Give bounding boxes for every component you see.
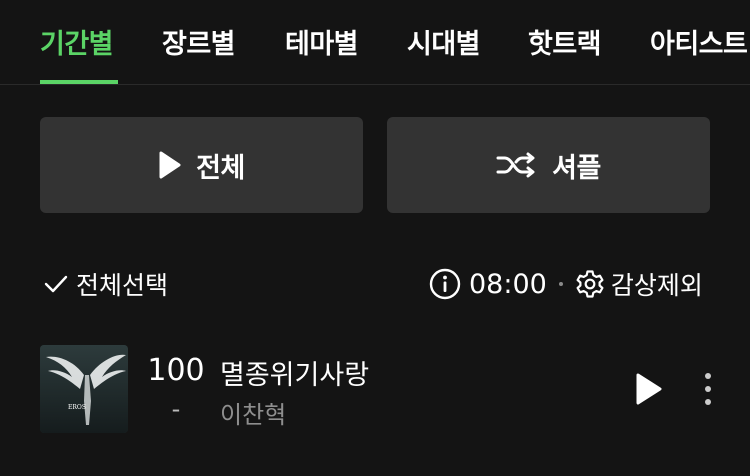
exclude-label: 감상제외 xyxy=(610,271,703,300)
tab-era[interactable]: 시대별 xyxy=(407,22,481,61)
separator-dot xyxy=(558,282,563,286)
exclude-from-listening-button[interactable]: 감상제외 xyxy=(575,266,703,302)
track-title[interactable]: 멸종위기사랑 xyxy=(220,353,369,392)
more-options-icon[interactable] xyxy=(696,369,720,409)
tab-artist[interactable]: 아티스트 xyxy=(650,22,748,61)
tab-theme[interactable]: 테마별 xyxy=(285,22,359,61)
track-artist[interactable]: 이찬혁 xyxy=(220,395,286,430)
category-tabs: 기간별 장르별 테마별 시대별 핫트랙 아티스트 xyxy=(0,0,750,85)
active-tab-indicator xyxy=(40,80,118,84)
chart-rank: 100 xyxy=(147,353,205,388)
gear-icon xyxy=(576,270,604,298)
info-button[interactable]: 08:00 xyxy=(429,268,547,300)
tab-hot-track[interactable]: 핫트랙 xyxy=(528,22,602,61)
album-cover[interactable]: EROS xyxy=(40,345,128,433)
play-all-label: 전체 xyxy=(196,152,245,184)
shuffle-label: 셔플 xyxy=(552,152,601,184)
select-all-toggle[interactable]: 전체선택 xyxy=(44,262,168,306)
shuffle-button[interactable]: 셔플 xyxy=(387,117,710,213)
update-time: 08:00 xyxy=(469,268,547,300)
play-all-button[interactable]: 전체 xyxy=(40,117,363,213)
play-icon xyxy=(159,151,181,179)
info-icon xyxy=(429,268,461,300)
tab-period[interactable]: 기간별 xyxy=(40,22,114,61)
check-icon xyxy=(44,275,68,293)
track-play-button[interactable] xyxy=(630,371,666,407)
chart-toolbar-right: 08:00 감상제외 xyxy=(429,262,703,306)
album-art-image: EROS xyxy=(40,345,128,433)
shuffle-icon xyxy=(496,152,535,178)
track-row[interactable]: EROS 100 - 멸종위기사랑 이찬혁 xyxy=(40,345,720,433)
rank-change: - xyxy=(171,395,181,423)
select-all-label: 전체선택 xyxy=(76,271,169,300)
album-cover-text: EROS xyxy=(68,404,86,411)
tab-genre[interactable]: 장르별 xyxy=(162,22,236,61)
